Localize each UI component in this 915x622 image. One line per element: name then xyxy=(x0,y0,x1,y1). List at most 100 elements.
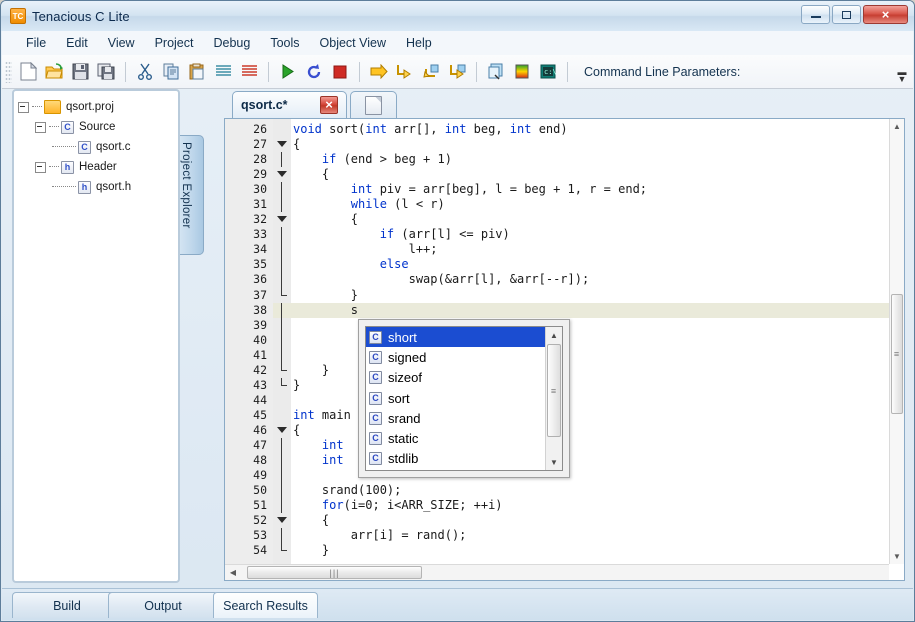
menu-file[interactable]: File xyxy=(16,33,56,53)
code-line[interactable]: 29 { xyxy=(225,167,889,182)
copy-icon[interactable] xyxy=(159,60,183,84)
autocomplete-scroll-up-icon[interactable]: ▲ xyxy=(546,327,562,343)
tree-expander-minus-icon[interactable] xyxy=(35,161,46,173)
tree-item-source[interactable]: C Source xyxy=(18,117,174,137)
scroll-down-icon[interactable]: ▼ xyxy=(890,549,904,564)
menu-object-view[interactable]: Object View xyxy=(310,33,396,53)
tree-item-label: qsort.proj xyxy=(66,101,114,113)
tree-item-header[interactable]: h Header xyxy=(18,157,174,177)
toolbar-overflow-button[interactable]: ▬ ▼ xyxy=(895,59,909,84)
code-line[interactable]: 34 l++; xyxy=(225,242,889,258)
code-line[interactable]: 31 while (l < r) xyxy=(225,197,889,213)
tab-output[interactable]: Output xyxy=(108,592,218,618)
fold-line xyxy=(273,257,291,273)
menu-project[interactable]: Project xyxy=(145,33,204,53)
code-area[interactable]: 26 void sort(int arr[], int beg, int end)… xyxy=(225,119,889,564)
code-line[interactable]: 27 { xyxy=(225,137,889,152)
horizontal-scroll-thumb[interactable]: ||| xyxy=(247,566,422,579)
line-number: 29 xyxy=(253,167,267,182)
code-line[interactable]: 30 int piv = arr[beg], l = beg + 1, r = … xyxy=(225,182,889,198)
project-explorer-panel: qsort.proj C Source Cqsort.c h Header h qsort.h xyxy=(12,89,180,583)
code-line[interactable]: 52 { xyxy=(225,513,889,528)
new-file-icon[interactable] xyxy=(16,60,40,84)
c-icon: C xyxy=(369,432,382,446)
line-number: 28 xyxy=(253,152,267,167)
autocomplete-item-stdlib[interactable]: Cstdlib xyxy=(366,449,545,469)
editor-horizontal-scrollbar[interactable]: ◀ ||| xyxy=(225,564,889,580)
console-icon[interactable]: c:\ xyxy=(536,60,560,84)
open-folder-icon[interactable] xyxy=(42,60,66,84)
autocomplete-scroll-thumb[interactable]: ≡ xyxy=(547,344,561,437)
project-explorer-tab[interactable]: Project Explorer xyxy=(180,135,204,255)
tree-item-qsort-c[interactable]: Cqsort.c xyxy=(18,137,174,157)
indent-icon[interactable] xyxy=(211,60,235,84)
fold-collapse-icon[interactable] xyxy=(273,513,291,528)
code-line[interactable]: 28 if (end > beg + 1) xyxy=(225,152,889,168)
maximize-button[interactable] xyxy=(832,5,861,24)
menu-help[interactable]: Help xyxy=(396,33,442,53)
code-text: { xyxy=(293,137,301,152)
step-out-icon[interactable] xyxy=(419,60,443,84)
fold-line xyxy=(273,197,291,213)
code-line[interactable]: 53 arr[i] = rand(); xyxy=(225,528,889,544)
code-line[interactable]: 50 srand(100); xyxy=(225,483,889,499)
step-over-icon[interactable] xyxy=(367,60,391,84)
tab-search-results[interactable]: Search Results xyxy=(213,592,318,618)
menu-tools[interactable]: Tools xyxy=(260,33,309,53)
code-line[interactable]: 38 s xyxy=(225,302,889,318)
autocomplete-listbox[interactable]: Cshort Csigned Csizeof Csort Csrand Cstatic Cs… xyxy=(365,326,563,471)
fold-collapse-icon[interactable] xyxy=(273,137,291,152)
restart-icon[interactable] xyxy=(302,60,326,84)
scroll-left-icon[interactable]: ◀ xyxy=(225,565,241,580)
run-icon[interactable] xyxy=(276,60,300,84)
tree-item-qsort-h[interactable]: h qsort.h xyxy=(18,177,174,197)
code-line[interactable]: 35 else xyxy=(225,257,889,273)
autocomplete-item-sizeof[interactable]: Csizeof xyxy=(366,368,545,388)
code-line[interactable]: 51 for(i=0; i<ARR_SIZE; ++i) xyxy=(225,498,889,514)
line-number: 32 xyxy=(253,212,267,227)
save-icon[interactable] xyxy=(68,60,92,84)
vertical-scroll-thumb[interactable]: ≡ xyxy=(891,294,903,414)
menu-edit[interactable]: Edit xyxy=(56,33,98,53)
autocomplete-item-srand[interactable]: Csrand xyxy=(366,408,545,428)
autocomplete-scrollbar[interactable]: ▲ ≡ ▼ xyxy=(545,327,562,470)
autocomplete-scroll-down-icon[interactable]: ▼ xyxy=(546,454,562,470)
minimize-button[interactable] xyxy=(801,5,830,24)
autocomplete-item-signed[interactable]: Csigned xyxy=(366,347,545,367)
toolbar-grip[interactable] xyxy=(5,60,12,83)
code-line[interactable]: 37 } xyxy=(225,287,889,303)
editor-vertical-scrollbar[interactable]: ▲ ≡ ▼ xyxy=(889,119,904,564)
stop-icon[interactable] xyxy=(328,60,352,84)
code-line[interactable]: 26 void sort(int arr[], int beg, int end) xyxy=(225,122,889,137)
comment-icon[interactable] xyxy=(237,60,261,84)
autocomplete-item-short[interactable]: Cshort xyxy=(366,327,545,348)
fold-collapse-icon[interactable] xyxy=(273,167,291,182)
fold-collapse-icon[interactable] xyxy=(273,423,291,438)
memory-icon[interactable] xyxy=(510,60,534,84)
step-into-icon[interactable] xyxy=(393,60,417,84)
tree-expander-minus-icon[interactable] xyxy=(35,121,46,133)
code-line[interactable]: 36 swap(&arr[l], &arr[--r]); xyxy=(225,272,889,288)
code-line[interactable]: 54 } xyxy=(225,543,889,558)
paste-icon[interactable] xyxy=(185,60,209,84)
close-button[interactable]: × xyxy=(863,5,908,24)
app-icon: TC xyxy=(10,8,26,24)
cut-icon[interactable] xyxy=(133,60,157,84)
editor-tab-new-document[interactable] xyxy=(350,91,397,118)
tree-expander-minus-icon[interactable] xyxy=(18,101,29,113)
save-all-icon[interactable] xyxy=(94,60,118,84)
menu-view[interactable]: View xyxy=(98,33,145,53)
autocomplete-item-static[interactable]: Cstatic xyxy=(366,428,545,448)
code-line[interactable]: 32 { xyxy=(225,212,889,227)
fold-collapse-icon[interactable] xyxy=(273,212,291,227)
autocomplete-item-sort[interactable]: Csort xyxy=(366,388,545,408)
editor-tab-qsort-c[interactable]: qsort.c* × xyxy=(232,91,347,118)
tree-item-qsort-proj[interactable]: qsort.proj xyxy=(18,97,174,117)
tab-close-icon[interactable]: × xyxy=(320,96,338,114)
scroll-up-icon[interactable]: ▲ xyxy=(890,119,904,134)
menu-debug[interactable]: Debug xyxy=(203,33,260,53)
tab-build[interactable]: Build xyxy=(12,592,122,618)
code-line[interactable]: 33 if (arr[l] <= piv) xyxy=(225,227,889,243)
run-to-cursor-icon[interactable] xyxy=(445,60,469,84)
watch-icon[interactable] xyxy=(484,60,508,84)
